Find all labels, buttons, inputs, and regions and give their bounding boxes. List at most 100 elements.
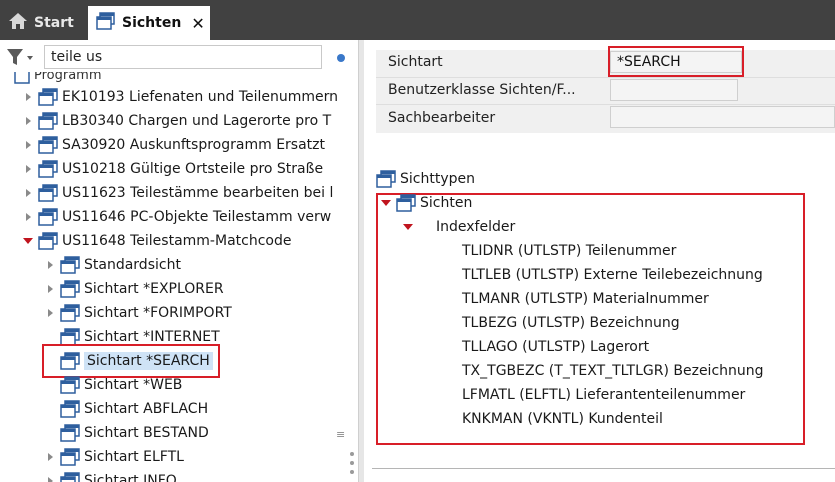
tree-item-label: Sichtart *WEB xyxy=(84,377,183,393)
expand-arrow-icon[interactable] xyxy=(22,187,34,199)
view-icon xyxy=(60,472,80,482)
index-field-item[interactable]: TLBEZG (UTLSTP) Bezeichnung xyxy=(462,312,680,334)
view-icon xyxy=(396,194,416,212)
expand-arrow-icon[interactable] xyxy=(22,91,34,103)
tree-item-view[interactable]: Sichtart *EXPLORER xyxy=(44,278,224,300)
search-input[interactable] xyxy=(44,45,322,69)
benutzerklasse-label: Benutzerklasse Sichten/F... xyxy=(388,82,576,98)
tree-item-label: SA30920 Auskunftsprogramm Ersatzt xyxy=(62,137,325,153)
tree-item-label: Sichtart *EXPLORER xyxy=(84,281,224,297)
tab-sichten-label: Sichten xyxy=(122,15,182,31)
tree-item-label: US11623 Teilestämme bearbeiten bei l xyxy=(62,185,334,201)
tree-item-sichttypen[interactable]: Sichttypen xyxy=(376,168,475,190)
index-field-item[interactable]: KNKMAN (VKNTL) Kundenteil xyxy=(462,408,663,430)
form-separator xyxy=(376,104,835,105)
view-icon xyxy=(38,88,58,106)
tree-item-view[interactable]: Sichtart BESTAND xyxy=(44,422,209,444)
tab-start[interactable]: Start xyxy=(8,6,74,40)
expand-arrow-icon[interactable] xyxy=(22,163,34,175)
view-icon xyxy=(60,280,80,298)
tree-item-program[interactable]: LB30340 Chargen und Lagerorte pro T xyxy=(22,110,331,132)
highlight-box xyxy=(42,344,220,378)
tree-item-label: Standardsicht xyxy=(84,257,181,273)
tree-item-label: Sichten xyxy=(420,195,473,211)
expand-arrow-icon[interactable] xyxy=(44,259,56,271)
view-icon xyxy=(60,400,80,418)
sachbearbeiter-label: Sachbearbeiter xyxy=(388,110,496,126)
tree-item-indexfelder[interactable]: Indexfelder xyxy=(402,216,515,238)
tree-item-label: Sichtart INFO xyxy=(84,473,177,482)
view-icon xyxy=(38,160,58,178)
expand-arrow-icon[interactable] xyxy=(44,475,56,482)
view-icon xyxy=(38,136,58,154)
tree-item-view[interactable]: Sichtart *WEB xyxy=(44,374,182,396)
tree-item-programm[interactable]: Programm xyxy=(14,72,102,86)
view-icon xyxy=(60,424,80,442)
collapse-arrow-icon[interactable] xyxy=(402,221,414,233)
tree-item-program-expanded[interactable]: US11648 Teilestamm-Matchcode xyxy=(22,230,291,252)
tree-item-program[interactable]: US10218 Gültige Ortsteile pro Straße xyxy=(22,158,323,180)
tree-item-label: US11646 PC-Objekte Teilestamm verw xyxy=(62,209,332,225)
tree-item-view[interactable]: Sichtart INFO xyxy=(44,470,177,482)
view-icon xyxy=(38,184,58,202)
scroll-grip-icon[interactable] xyxy=(350,452,354,479)
view-icon xyxy=(60,304,80,322)
tree-item-label: Sichtart ABFLACH xyxy=(84,401,209,417)
tree-item-sichten[interactable]: Sichten xyxy=(380,192,472,214)
sichtart-label: Sichtart xyxy=(388,54,443,70)
tree-item-label: US10218 Gültige Ortsteile pro Straße xyxy=(62,161,324,177)
view-icon xyxy=(38,208,58,226)
tree-item-view[interactable]: Sichtart *FORIMPORT xyxy=(44,302,232,324)
view-icon xyxy=(96,12,116,34)
navigation-pane: Programm EK10193 Liefenaten und Teilenum… xyxy=(0,40,358,482)
tree-item-label: Sichtart ELFTL xyxy=(84,449,184,465)
tree-item-view[interactable]: Standardsicht xyxy=(44,254,181,276)
tree-item-label: EK10193 Liefenaten und Teilenummern xyxy=(62,89,339,105)
expand-arrow-icon[interactable] xyxy=(44,451,56,463)
index-field-item[interactable]: TLTLEB (UTLSTP) Externe Teilebezeichnung xyxy=(462,264,763,286)
index-field-item[interactable]: TLIDNR (UTLSTP) Teilenummer xyxy=(462,240,676,262)
close-icon[interactable]: ✕ xyxy=(191,14,204,33)
view-icon xyxy=(60,256,80,274)
tree-item-label: LB30340 Chargen und Lagerorte pro T xyxy=(62,113,332,129)
filter-icon[interactable] xyxy=(6,47,36,67)
index-field-item[interactable]: LFMATL (ELFTL) Lieferantenteilenummer xyxy=(462,384,745,406)
tree-item-label: Sichttypen xyxy=(400,171,475,187)
tree-item-label: Indexfelder xyxy=(436,219,516,235)
tree-item-program[interactable]: US11646 PC-Objekte Teilestamm verw xyxy=(22,206,331,228)
collapse-arrow-icon[interactable] xyxy=(380,197,392,209)
tree-item-program[interactable]: US11623 Teilestämme bearbeiten bei l xyxy=(22,182,333,204)
home-icon xyxy=(8,12,28,34)
search-bar xyxy=(0,40,358,72)
sachbearbeiter-field[interactable] xyxy=(610,106,835,128)
index-field-item[interactable]: TLMANR (UTLSTP) Materialnummer xyxy=(462,288,709,310)
view-icon xyxy=(38,232,58,250)
tree-item-program[interactable]: SA30920 Auskunftsprogramm Ersatzt xyxy=(22,134,325,156)
index-field-item[interactable]: TLLAGO (UTLSTP) Lagerort xyxy=(462,336,649,358)
tree-item-view[interactable]: Sichtart ABFLACH xyxy=(44,398,208,420)
expand-arrow-icon[interactable] xyxy=(22,115,34,127)
tree-item-label: US11648 Teilestamm-Matchcode xyxy=(62,233,292,249)
tab-bar: Start Sichten ✕ xyxy=(0,0,835,40)
view-icon xyxy=(60,448,80,466)
tab-start-label: Start xyxy=(34,15,74,31)
program-tree: Programm EK10193 Liefenaten und Teilenum… xyxy=(0,72,352,482)
expand-arrow-icon[interactable] xyxy=(22,211,34,223)
tree-item-label: Programm xyxy=(34,72,102,83)
expand-arrow-icon[interactable] xyxy=(22,139,34,151)
tree-item-view[interactable]: Sichtart ELFTL xyxy=(44,446,184,468)
benutzerklasse-field[interactable] xyxy=(610,79,738,101)
view-icon xyxy=(60,376,80,394)
collapse-arrow-icon[interactable] xyxy=(22,235,34,247)
form-separator xyxy=(376,77,835,78)
expand-arrow-icon[interactable] xyxy=(44,307,56,319)
index-field-item[interactable]: TX_TGBEZC (T_TEXT_TLTLGR) Bezeichnung xyxy=(462,360,764,382)
menu-lines-icon[interactable]: ≡ xyxy=(336,428,345,441)
expand-arrow-icon[interactable] xyxy=(44,283,56,295)
view-icon xyxy=(14,72,30,84)
tab-sichten[interactable]: Sichten ✕ xyxy=(88,6,210,40)
tree-item-program[interactable]: EK10193 Liefenaten und Teilenummern xyxy=(22,86,338,108)
